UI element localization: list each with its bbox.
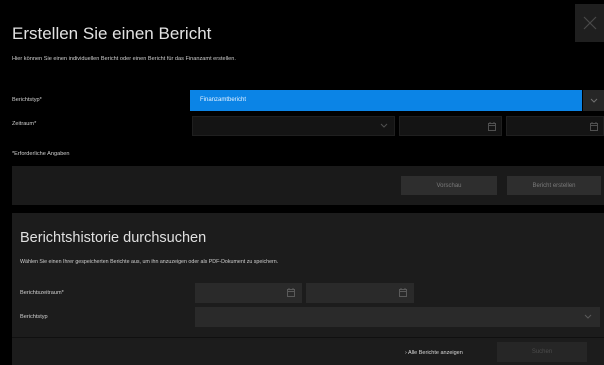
period-label: Zeitraum* [12,121,37,127]
calendar-icon[interactable] [399,288,407,297]
show-all-reports-link[interactable]: › Alle Berichte anzeigen [405,350,463,356]
calendar-icon[interactable] [287,288,295,297]
close-icon [583,16,596,30]
preview-button[interactable]: Vorschau [401,176,497,195]
history-type-label: Berichtstyp [20,314,48,320]
calendar-icon[interactable] [590,122,598,131]
close-button[interactable] [575,4,604,42]
history-intro: Wählen Sie einen Ihrer gespeicherten Ber… [20,259,279,265]
history-period-from-input[interactable] [195,283,302,303]
search-button[interactable]: Suchen [497,342,587,362]
history-title: Berichtshistorie durchsuchen [20,230,207,246]
period-to-date-input[interactable] [506,116,604,136]
chevron-down-icon [584,314,592,319]
calendar-icon[interactable] [488,122,496,131]
history-period-label: Berichtszeitraum* [20,290,64,296]
create-report-button[interactable]: Bericht erstellen [507,176,601,195]
report-type-dropdown-button[interactable] [583,90,604,111]
history-period-to-input[interactable] [306,283,414,303]
chevron-down-icon [380,123,388,128]
report-type-select[interactable]: Finanzamtbericht [190,90,582,111]
period-select[interactable] [192,116,395,136]
required-fields-note: *Erforderliche Angaben [12,151,70,157]
chevron-down-icon [590,98,597,103]
dialog-title: Erstellen Sie einen Bericht [12,24,212,43]
period-from-date-input[interactable] [399,116,502,136]
divider [12,337,604,338]
report-type-label: Berichtstyp* [12,97,42,103]
dialog-intro: Hier können Sie einen individuellen Beri… [12,56,236,62]
history-type-select[interactable] [195,307,600,327]
